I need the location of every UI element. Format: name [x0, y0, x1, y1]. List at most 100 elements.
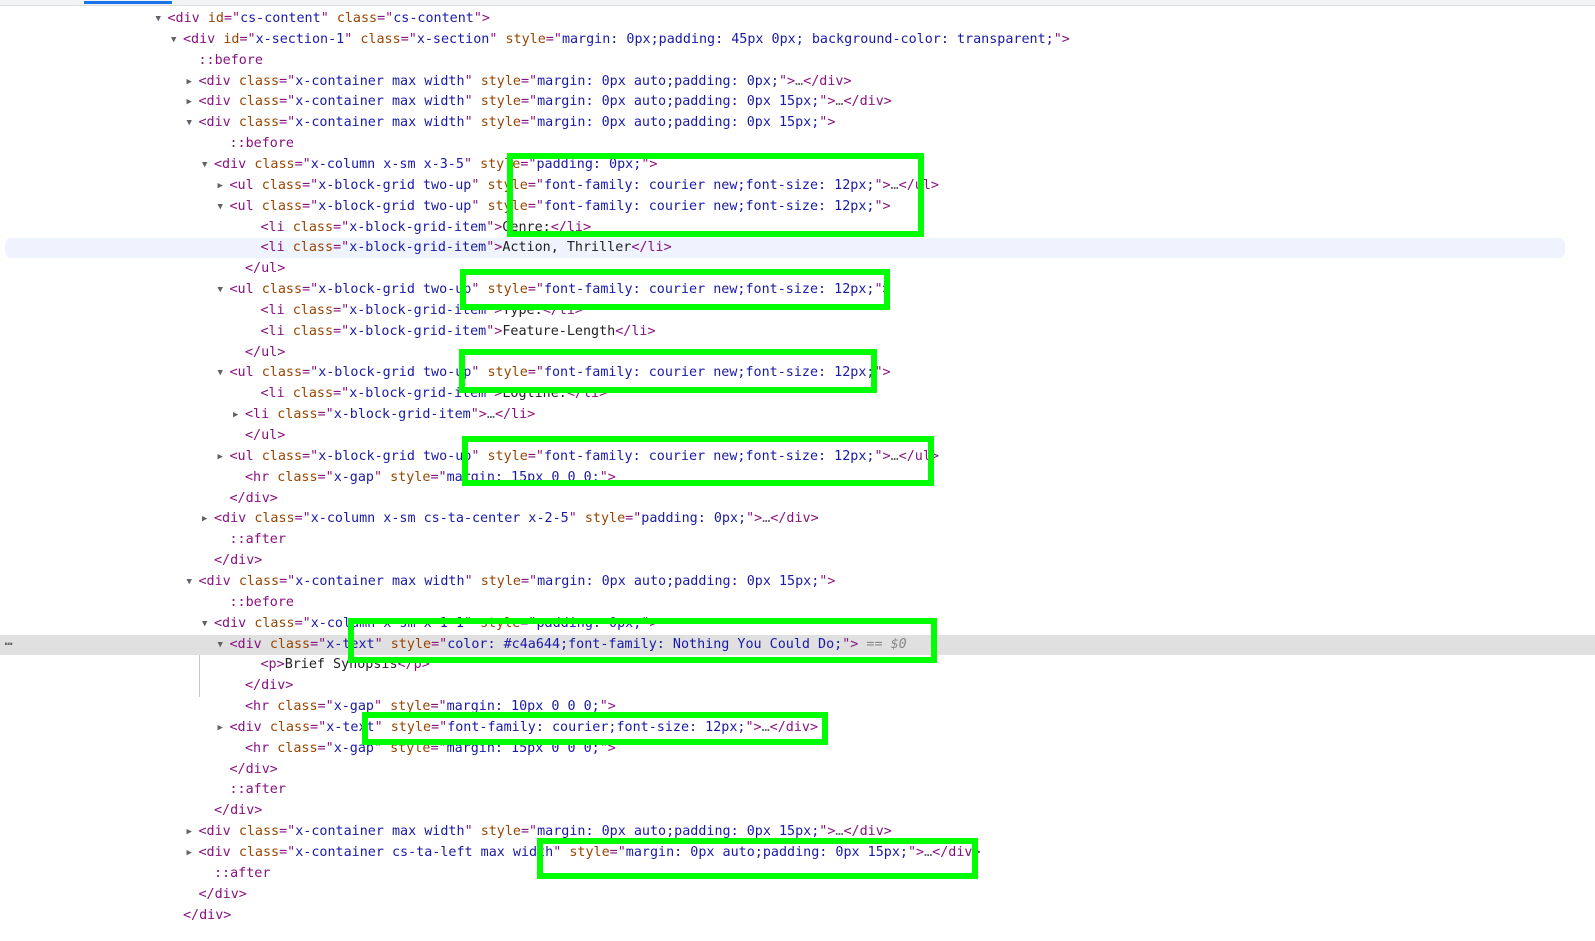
expand-triangle-down-icon[interactable]: ▼	[202, 614, 214, 634]
code-token-tag: ="	[279, 115, 296, 131]
dom-tree-node[interactable]: ▼ <ul class="x-block-grid two-up" style="…	[0, 280, 1595, 300]
dom-tree-node[interactable]: ▶ <li class="x-block-grid-item">…</li>	[0, 405, 1595, 425]
dom-tree-node[interactable]: <hr class="x-gap" style="margin: 15px 0 …	[0, 468, 1595, 488]
dom-tree-node[interactable]: <hr class="x-gap" style="margin: 15px 0 …	[0, 739, 1595, 759]
dom-tree-node[interactable]: ::after	[0, 530, 1595, 550]
dom-tree-node[interactable]: ▼ <div class="x-column x-sm x-3-5" style=…	[0, 155, 1595, 175]
dom-tree-node[interactable]: </div>	[0, 885, 1595, 905]
elements-dom-tree[interactable]: ▼ <div id="cs-content" class="cs-content"…	[0, 0, 1595, 941]
expand-triangle-right-icon[interactable]: ▶	[218, 718, 230, 738]
no-toggle-spacer	[218, 760, 230, 780]
expand-triangle-right-icon[interactable]: ▶	[187, 843, 199, 863]
code-token-tag: "	[320, 11, 337, 26]
dom-tree-node[interactable]: <li class="x-block-grid-item">Type:</li>	[0, 301, 1595, 321]
code-token-an: style	[480, 115, 521, 131]
code-token-an: style	[390, 719, 432, 735]
dom-tree-node[interactable]: <li class="x-block-grid-item">Feature-Le…	[0, 322, 1595, 342]
code-token-an: style	[480, 73, 521, 89]
dom-tree-node[interactable]: </ul>	[0, 259, 1595, 279]
dom-tree-node[interactable]: <hr class="x-gap" style="margin: 10px 0 …	[0, 697, 1595, 717]
dom-tree-node[interactable]: <li class="x-block-grid-item">Logline:</…	[0, 384, 1595, 404]
dom-tree-node[interactable]: ::before	[0, 134, 1595, 154]
dom-tree-node[interactable]: ::before	[0, 593, 1595, 613]
code-token-ellipsis: …	[486, 407, 495, 423]
expand-triangle-down-icon[interactable]: ▼	[171, 30, 183, 50]
dom-tree-node[interactable]: </div>	[0, 489, 1595, 509]
code-token-tag: ="	[377, 11, 394, 26]
code-token-av: font-family: courier new;font-size: 12px…	[543, 365, 875, 381]
code-token-tag: ">	[819, 94, 836, 110]
dom-tree-node[interactable]: </div>	[0, 760, 1595, 780]
code-token-av: x-container max width	[295, 115, 465, 131]
code-token-tag: "	[471, 177, 488, 193]
expand-triangle-down-icon[interactable]: ▼	[187, 572, 199, 592]
code-token-tag: </div>	[245, 678, 294, 694]
dom-tree-node[interactable]: </div>	[0, 551, 1595, 571]
dom-tree-node[interactable]: ▼ <div id="x-section-1" class="x-section"…	[0, 30, 1595, 50]
expand-triangle-down-icon[interactable]: ▼	[187, 113, 199, 133]
dom-tree-node[interactable]: ▶ <div class="x-container max width" styl…	[0, 822, 1595, 842]
expand-triangle-right-icon[interactable]: ▶	[187, 822, 199, 842]
dom-tree-node[interactable]: ::before	[0, 51, 1595, 71]
dom-tree-node[interactable]: <li class="x-block-grid-item">Genre:</li…	[0, 218, 1595, 238]
more-actions-icon[interactable]: ⋯	[0, 635, 18, 655]
no-toggle-spacer	[187, 885, 199, 905]
code-token-tag: <hr	[245, 699, 278, 715]
expand-triangle-right-icon[interactable]: ▶	[202, 509, 214, 529]
code-token-av: margin: 15px 0 0 0;	[446, 469, 600, 485]
dom-tree-node[interactable]: ▼ <ul class="x-block-grid two-up" style="…	[0, 363, 1595, 383]
code-token-an: style	[487, 365, 528, 381]
dom-tree-node[interactable]: </div>	[0, 801, 1595, 821]
code-token-an: class	[292, 219, 334, 235]
code-token-tag: ">	[874, 448, 891, 464]
code-token-av: margin: 0px auto;padding: 0px 15px;	[537, 115, 820, 131]
dom-tree-node[interactable]: </ul>	[0, 426, 1595, 446]
dom-tree-node[interactable]: ::after	[0, 780, 1595, 800]
dom-tree-node[interactable]: ▼ <div class="x-container max width" styl…	[0, 113, 1595, 133]
code-token-tag: "	[464, 824, 481, 840]
expand-triangle-down-icon[interactable]: ▼	[156, 9, 168, 29]
code-token-av: x-text	[326, 636, 375, 652]
code-token-tag: <ul	[229, 365, 262, 381]
dom-tree-node[interactable]: <p>Brief Synopsis</p>	[0, 655, 1595, 675]
expand-triangle-right-icon[interactable]: ▶	[218, 176, 230, 196]
dom-tree-node[interactable]: <li class="x-block-grid-item">Action, Th…	[5, 238, 1565, 259]
code-token-tag: "	[374, 469, 391, 485]
dom-tree-node[interactable]: ▼ <div id="cs-content" class="cs-content"…	[0, 9, 1595, 29]
expand-triangle-right-icon[interactable]: ▶	[187, 72, 199, 92]
dom-tree-node[interactable]: ▼ <div class="x-column x-sm x-1-1" style=…	[0, 614, 1595, 634]
code-token-av: margin: 0px auto;padding: 0px;	[537, 73, 779, 89]
dom-tree-node[interactable]: ▼ <div class="x-container max width" styl…	[0, 572, 1595, 592]
code-token-tag: ="	[430, 740, 447, 756]
dom-tree-node[interactable]: ▶ <ul class="x-block-grid two-up" style="…	[0, 447, 1595, 467]
dom-tree-node[interactable]: </div>	[0, 906, 1595, 926]
dom-tree-node[interactable]: ▶ <div class="x-container cs-ta-left max …	[0, 843, 1595, 863]
expand-triangle-down-icon[interactable]: ▼	[218, 363, 230, 383]
code-token-av: font-family: courier new;font-size: 12px…	[543, 282, 875, 298]
dom-tree-node[interactable]: ▼ <ul class="x-block-grid two-up" style="…	[0, 197, 1595, 217]
dom-tree-node[interactable]: </div>	[0, 676, 1595, 696]
expand-triangle-down-icon[interactable]: ▼	[218, 635, 230, 655]
code-token-av: font-family: courier new;font-size: 12px…	[543, 177, 875, 193]
dom-tree-node[interactable]: ▶ <div class="x-container max width" styl…	[0, 92, 1595, 112]
code-token-tag: ="	[302, 177, 319, 193]
expand-triangle-down-icon[interactable]: ▼	[202, 155, 214, 175]
expand-triangle-right-icon[interactable]: ▶	[187, 92, 199, 112]
dom-tree-node[interactable]: ::after	[0, 864, 1595, 884]
dom-tree-node[interactable]: ▶ <div class="x-column x-sm cs-ta-center …	[0, 509, 1595, 529]
dom-tree-node[interactable]: </ul>	[0, 343, 1595, 363]
dom-tree-node[interactable]: ▶ <ul class="x-block-grid two-up" style="…	[0, 176, 1595, 196]
expand-triangle-down-icon[interactable]: ▼	[218, 280, 230, 300]
code-token-tag: <div	[198, 845, 239, 860]
dom-tree-node[interactable]: ▶ <div class="x-container max width" styl…	[0, 72, 1595, 92]
code-token-tag: ">	[874, 282, 891, 298]
dom-tree-node[interactable]: ▼ <div class="x-text" style="color: #c4a6…	[0, 634, 1595, 655]
code-token-tag: <div	[198, 115, 239, 131]
dom-tree-node[interactable]: ▶ <div class="x-text" style="font-family:…	[0, 718, 1595, 738]
expand-triangle-right-icon[interactable]: ▶	[233, 405, 245, 425]
code-token-tag: <div	[183, 31, 224, 47]
code-token-tag: ="	[294, 156, 311, 172]
expand-triangle-right-icon[interactable]: ▶	[218, 447, 230, 467]
no-toggle-spacer	[233, 739, 245, 759]
expand-triangle-down-icon[interactable]: ▼	[218, 197, 230, 217]
